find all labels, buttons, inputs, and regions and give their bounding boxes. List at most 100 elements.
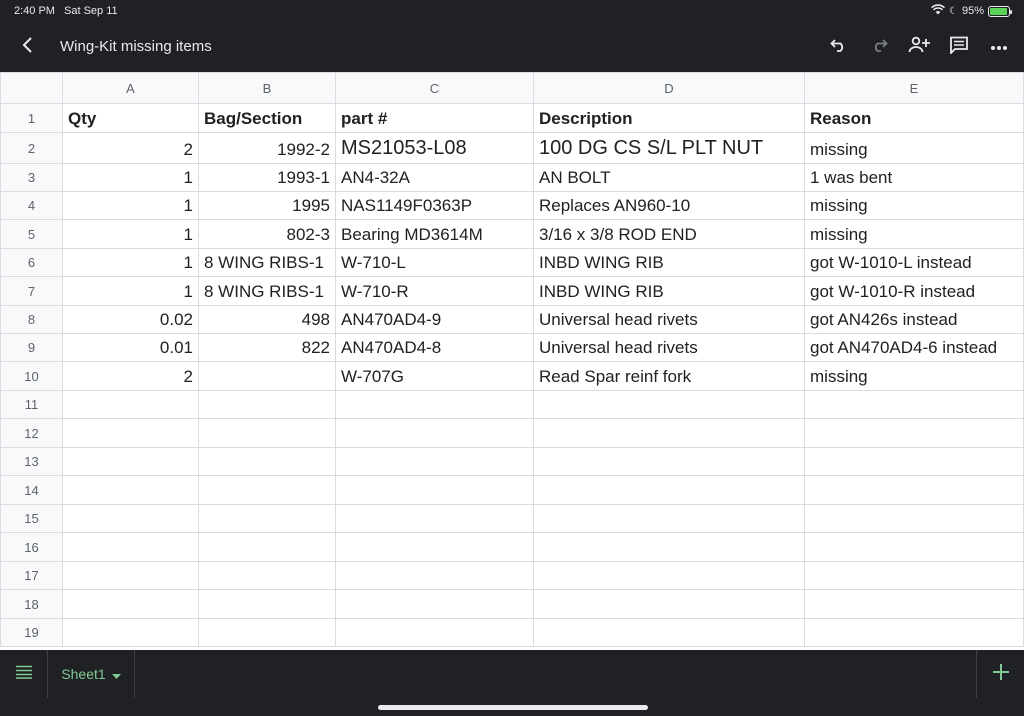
cell-c[interactable]: AN4-32A bbox=[335, 163, 534, 192]
column-header[interactable]: E bbox=[804, 72, 1024, 104]
cell-b[interactable] bbox=[198, 532, 336, 562]
cell-c[interactable]: MS21053-L08 bbox=[335, 132, 534, 164]
cell-a[interactable]: 1 bbox=[62, 191, 199, 220]
cell-e[interactable] bbox=[804, 504, 1024, 533]
cell-b[interactable]: 498 bbox=[198, 305, 336, 334]
row-header[interactable]: 6 bbox=[0, 248, 63, 277]
home-indicator[interactable] bbox=[378, 705, 648, 710]
cell-e[interactable]: got AN426s instead bbox=[804, 305, 1024, 334]
cell-c[interactable] bbox=[335, 618, 534, 647]
cell-d[interactable]: AN BOLT bbox=[533, 163, 805, 192]
row-header[interactable]: 19 bbox=[0, 618, 63, 647]
row-header[interactable]: 9 bbox=[0, 333, 63, 362]
cell-a[interactable] bbox=[62, 447, 199, 476]
cell-c[interactable]: AN470AD4-9 bbox=[335, 305, 534, 334]
cell-c[interactable]: Bearing MD3614M bbox=[335, 219, 534, 249]
cell-d[interactable]: Universal head rivets bbox=[533, 305, 805, 334]
cell-e[interactable] bbox=[804, 475, 1024, 505]
row-header[interactable]: 13 bbox=[0, 447, 63, 476]
cell-b[interactable] bbox=[198, 418, 336, 448]
cell-e[interactable] bbox=[804, 532, 1024, 562]
cell-b[interactable] bbox=[198, 475, 336, 505]
cell-e[interactable] bbox=[804, 418, 1024, 448]
cell-e[interactable] bbox=[804, 589, 1024, 619]
cell-d[interactable]: Description bbox=[533, 103, 805, 133]
row-header[interactable]: 7 bbox=[0, 276, 63, 306]
add-sheet-button[interactable] bbox=[976, 650, 1024, 698]
cell-a[interactable]: Qty bbox=[62, 103, 199, 133]
cell-c[interactable] bbox=[335, 475, 534, 505]
more-button[interactable] bbox=[986, 34, 1012, 60]
cell-c[interactable]: AN470AD4-8 bbox=[335, 333, 534, 362]
redo-button[interactable] bbox=[866, 34, 892, 60]
cell-c[interactable] bbox=[335, 390, 534, 419]
cell-c[interactable]: W-710-R bbox=[335, 276, 534, 306]
cell-b[interactable] bbox=[198, 504, 336, 533]
cell-a[interactable] bbox=[62, 504, 199, 533]
cell-e[interactable]: missing bbox=[804, 132, 1024, 164]
cell-d[interactable]: 3/16 x 3/8 ROD END bbox=[533, 219, 805, 249]
cell-a[interactable] bbox=[62, 418, 199, 448]
cell-e[interactable]: missing bbox=[804, 219, 1024, 249]
row-header[interactable]: 8 bbox=[0, 305, 63, 334]
row-header[interactable]: 18 bbox=[0, 589, 63, 619]
cell-b[interactable]: 8 WING RIBS-1 bbox=[198, 276, 336, 306]
cell-d[interactable]: Read Spar reinf fork bbox=[533, 361, 805, 391]
row-header[interactable]: 10 bbox=[0, 361, 63, 391]
row-header[interactable]: 2 bbox=[0, 132, 63, 164]
back-button[interactable] bbox=[14, 34, 40, 60]
cell-d[interactable]: INBD WING RIB bbox=[533, 276, 805, 306]
cell-d[interactable] bbox=[533, 504, 805, 533]
cell-b[interactable]: 1995 bbox=[198, 191, 336, 220]
cell-c[interactable] bbox=[335, 532, 534, 562]
cell-a[interactable]: 1 bbox=[62, 248, 199, 277]
cell-a[interactable]: 2 bbox=[62, 361, 199, 391]
cell-a[interactable] bbox=[62, 589, 199, 619]
dropdown-icon[interactable] bbox=[111, 666, 121, 682]
row-header[interactable]: 12 bbox=[0, 418, 63, 448]
cell-c[interactable]: W-710-L bbox=[335, 248, 534, 277]
cell-b[interactable]: 8 WING RIBS-1 bbox=[198, 248, 336, 277]
cell-d[interactable] bbox=[533, 618, 805, 647]
cell-e[interactable] bbox=[804, 447, 1024, 476]
row-header[interactable]: 14 bbox=[0, 475, 63, 505]
cell-b[interactable]: 822 bbox=[198, 333, 336, 362]
row-header[interactable]: 4 bbox=[0, 191, 63, 220]
cell-d[interactable]: Universal head rivets bbox=[533, 333, 805, 362]
column-header[interactable]: B bbox=[198, 72, 336, 104]
cell-d[interactable] bbox=[533, 447, 805, 476]
cell-c[interactable]: W-707G bbox=[335, 361, 534, 391]
spreadsheet-grid[interactable]: A B C D E 1 Qty Bag/Section part # Descripti… bbox=[0, 72, 1024, 650]
cell-d[interactable] bbox=[533, 418, 805, 448]
cell-e[interactable] bbox=[804, 561, 1024, 590]
cell-e[interactable]: missing bbox=[804, 191, 1024, 220]
cell-a[interactable]: 0.01 bbox=[62, 333, 199, 362]
cell-b[interactable] bbox=[198, 361, 336, 391]
cell-a[interactable]: 1 bbox=[62, 163, 199, 192]
cell-b[interactable] bbox=[198, 618, 336, 647]
cell-d[interactable]: INBD WING RIB bbox=[533, 248, 805, 277]
comment-button[interactable] bbox=[946, 34, 972, 60]
cell-b[interactable]: 1993-1 bbox=[198, 163, 336, 192]
cell-a[interactable]: 1 bbox=[62, 219, 199, 249]
row-header[interactable]: 1 bbox=[0, 103, 63, 133]
cell-a[interactable] bbox=[62, 618, 199, 647]
cell-b[interactable] bbox=[198, 390, 336, 419]
row-header[interactable]: 11 bbox=[0, 390, 63, 419]
all-sheets-button[interactable] bbox=[0, 650, 48, 698]
cell-b[interactable]: 1992-2 bbox=[198, 132, 336, 164]
cell-a[interactable]: 1 bbox=[62, 276, 199, 306]
select-all-corner[interactable] bbox=[0, 72, 63, 104]
cell-d[interactable]: 100 DG CS S/L PLT NUT bbox=[533, 132, 805, 164]
cell-c[interactable] bbox=[335, 589, 534, 619]
cell-e[interactable]: 1 was bent bbox=[804, 163, 1024, 192]
cell-c[interactable] bbox=[335, 447, 534, 476]
cell-c[interactable]: part # bbox=[335, 103, 534, 133]
cell-e[interactable] bbox=[804, 390, 1024, 419]
row-header[interactable]: 3 bbox=[0, 163, 63, 192]
row-header[interactable]: 15 bbox=[0, 504, 63, 533]
cell-d[interactable] bbox=[533, 475, 805, 505]
share-button[interactable] bbox=[906, 34, 932, 60]
cell-b[interactable] bbox=[198, 561, 336, 590]
cell-a[interactable] bbox=[62, 532, 199, 562]
